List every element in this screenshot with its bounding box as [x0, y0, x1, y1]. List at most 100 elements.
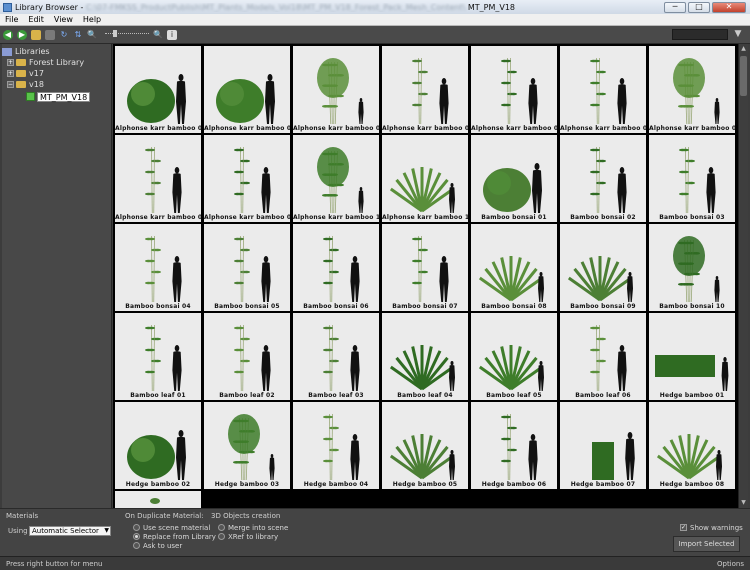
- thumbnail-caption: Bamboo bonsai 07: [392, 303, 458, 310]
- plant-preview-image: [234, 146, 271, 214]
- thumbnail-item[interactable]: Alphonse karr bamboo 09: [204, 135, 290, 222]
- thumbnail-item[interactable]: Bamboo bonsai 02: [560, 135, 646, 222]
- thumbnail-item[interactable]: Bamboo bonsai 05: [204, 224, 290, 311]
- thumbnail-caption: Hedge bamboo 02: [125, 481, 191, 488]
- tree-root[interactable]: Libraries: [2, 46, 111, 57]
- minimize-button[interactable]: ─: [664, 1, 686, 13]
- thumbnail-item[interactable]: Bamboo bonsai 08: [471, 224, 557, 311]
- tree-item-v17[interactable]: + v17: [2, 68, 111, 79]
- thumbnail-item[interactable]: Hedge bamboo 02: [115, 402, 201, 489]
- tree-item-forest-library[interactable]: + Forest Library: [2, 57, 111, 68]
- thumbnail-item[interactable]: Bamboo bonsai 06: [293, 224, 379, 311]
- search-input[interactable]: [672, 29, 728, 40]
- menu-edit[interactable]: Edit: [23, 15, 49, 24]
- zoom-slider[interactable]: [105, 29, 149, 37]
- folder-icon: [16, 59, 26, 66]
- thumbnail-item[interactable]: Alphonse karr bamboo 06: [560, 46, 646, 133]
- plant-preview-image: [590, 324, 627, 392]
- thumbnail-item[interactable]: Hedge bamboo 01: [649, 313, 735, 400]
- radio-label: Merge into scene: [228, 523, 289, 532]
- tree-item-label: v18: [29, 80, 44, 89]
- radio-use-scene-material[interactable]: Use scene material: [133, 523, 210, 532]
- thumbnail-item[interactable]: Alphonse karr bamboo 10: [293, 135, 379, 222]
- window-title: Library Browser - C:\07-FMKSS_ProductPub…: [15, 3, 664, 12]
- import-selected-button[interactable]: Import Selected: [673, 536, 740, 552]
- radio-ask-to-user[interactable]: Ask to user: [133, 541, 182, 550]
- radio-merge-into-scene[interactable]: Merge into scene: [218, 523, 288, 532]
- scroll-down-icon[interactable]: ▼: [739, 498, 748, 508]
- thumbnail-item[interactable]: Alphonse karr bamboo 11: [382, 135, 468, 222]
- expand-icon[interactable]: +: [7, 59, 14, 66]
- thumbnail-item[interactable]: Hedge bamboo 08: [649, 402, 735, 489]
- thumbnail-item[interactable]: Hedge bamboo 07: [560, 402, 646, 489]
- sort-icon[interactable]: ⇅: [73, 30, 83, 40]
- thumbnail-item[interactable]: Hedge bamboo 06: [471, 402, 557, 489]
- thumbnail-item[interactable]: Bamboo leaf 01: [115, 313, 201, 400]
- menu-bar: File Edit View Help: [0, 14, 750, 26]
- menu-file[interactable]: File: [0, 15, 23, 24]
- menu-view[interactable]: View: [49, 15, 78, 24]
- refresh-icon[interactable]: ↻: [59, 30, 69, 40]
- maximize-button[interactable]: □: [688, 1, 710, 13]
- thumbnail-item[interactable]: Hedge bamboo 03: [204, 402, 290, 489]
- plant-preview-image: [216, 74, 275, 124]
- stop-icon[interactable]: [45, 29, 55, 40]
- expand-icon[interactable]: +: [7, 70, 14, 77]
- thumbnail-item[interactable]: Bamboo leaf 04: [382, 313, 468, 400]
- tree-item-v18[interactable]: − v18: [2, 79, 111, 90]
- thumbnail-item[interactable]: Alphonse karr bamboo 04: [382, 46, 468, 133]
- close-button[interactable]: ✕: [712, 1, 746, 13]
- info-icon[interactable]: i: [167, 29, 177, 40]
- plant-preview-image: [590, 57, 627, 125]
- thumbnail-item[interactable]: Bamboo bonsai 10: [649, 224, 735, 311]
- tree-item-mt-pm-v18[interactable]: MT_PM_V18: [2, 90, 111, 103]
- thumbnail-caption: Bamboo bonsai 02: [570, 214, 636, 221]
- thumbnail-item[interactable]: Bamboo bonsai 09: [560, 224, 646, 311]
- thumbnail-item[interactable]: Alphonse karr bamboo 08: [115, 135, 201, 222]
- vertical-scrollbar[interactable]: ▲ ▼: [738, 44, 748, 508]
- thumbnail-item[interactable]: Bamboo leaf 02: [204, 313, 290, 400]
- filter-icon[interactable]: ▼: [733, 29, 743, 40]
- thumbnail-item[interactable]: Bamboo leaf 05: [471, 313, 557, 400]
- materials-title: Materials: [6, 512, 39, 520]
- plant-preview-image: [317, 58, 364, 125]
- folder-icon[interactable]: [31, 29, 41, 40]
- thumbnail-item[interactable]: Hedge bamboo 05: [382, 402, 468, 489]
- thumbnail-item[interactable]: Hedge bamboo 04: [293, 402, 379, 489]
- forward-icon[interactable]: ▶: [17, 29, 27, 40]
- thumbnail-item[interactable]: Bamboo leaf 03: [293, 313, 379, 400]
- thumbnail-item[interactable]: Alphonse karr bamboo 07: [649, 46, 735, 133]
- thumbnail-item[interactable]: Alphonse karr bamboo 02: [204, 46, 290, 133]
- zoom-in-icon[interactable]: 🔍: [153, 30, 163, 40]
- scroll-up-icon[interactable]: ▲: [739, 44, 748, 54]
- thumbnail-item[interactable]: Bamboo bonsai 04: [115, 224, 201, 311]
- scroll-thumb[interactable]: [740, 56, 747, 96]
- options-button[interactable]: Options: [717, 560, 744, 568]
- collapse-icon[interactable]: −: [7, 81, 14, 88]
- plant-preview-image: [145, 324, 182, 392]
- menu-help[interactable]: Help: [78, 15, 106, 24]
- thumbnail-item[interactable]: Bamboo leaf 06: [560, 313, 646, 400]
- plant-preview-image: [145, 146, 182, 214]
- thumbnail-caption: Alphonse karr bamboo 07: [649, 125, 735, 132]
- radio-replace-from-library[interactable]: Replace from Library: [133, 532, 216, 541]
- thumbnail-item[interactable]: Alphonse karr bamboo 03: [293, 46, 379, 133]
- zoom-out-icon[interactable]: 🔍: [87, 30, 97, 40]
- show-warnings-checkbox[interactable]: ✓ Show warnings: [680, 523, 743, 532]
- thumbnail-item[interactable]: [115, 491, 201, 508]
- library-tree: Libraries + Forest Library + v17 − v18 M…: [2, 44, 112, 508]
- radio-xref-to-library[interactable]: XRef to library: [218, 532, 278, 541]
- thumbnail-item[interactable]: Bamboo bonsai 01: [471, 135, 557, 222]
- thumbnail-item[interactable]: Alphonse karr bamboo 01: [115, 46, 201, 133]
- thumbnail-caption: Hedge bamboo 07: [570, 481, 636, 488]
- thumbnail-caption: Bamboo bonsai 01: [481, 214, 547, 221]
- library-item-icon: [26, 92, 35, 101]
- using-select[interactable]: Automatic Selector ▼: [29, 526, 111, 536]
- thumbnail-item[interactable]: Bamboo bonsai 03: [649, 135, 735, 222]
- plant-preview-image: [655, 355, 729, 391]
- thumbnail-item[interactable]: Alphonse karr bamboo 05: [471, 46, 557, 133]
- thumbnail-caption: Hedge bamboo 04: [303, 481, 369, 488]
- radio-label: XRef to library: [228, 532, 279, 541]
- back-icon[interactable]: ◀: [3, 29, 13, 40]
- thumbnail-item[interactable]: Bamboo bonsai 07: [382, 224, 468, 311]
